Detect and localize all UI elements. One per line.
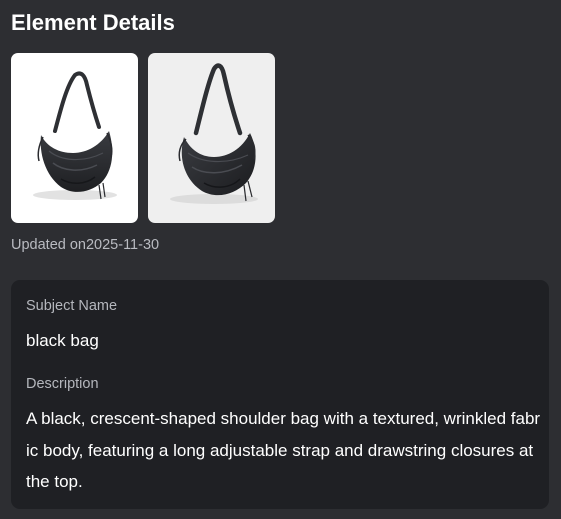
description-value: A black, crescent-shaped shoulder bag wi… [26, 409, 541, 491]
details-card: Subject Name black bag Description A bla… [11, 280, 549, 509]
updated-date: Updated on2025-11-30 [11, 237, 160, 253]
bag-front-image[interactable] [11, 53, 138, 223]
panel-title: Element Details [11, 10, 175, 35]
bag-front-illustration [33, 71, 117, 200]
bag-angle-illustration [170, 63, 258, 204]
subject-name-value: black bag [26, 331, 99, 350]
bag-angle-image[interactable] [148, 53, 275, 223]
subject-name-label: Subject Name [26, 298, 118, 314]
description-label: Description [26, 376, 99, 392]
